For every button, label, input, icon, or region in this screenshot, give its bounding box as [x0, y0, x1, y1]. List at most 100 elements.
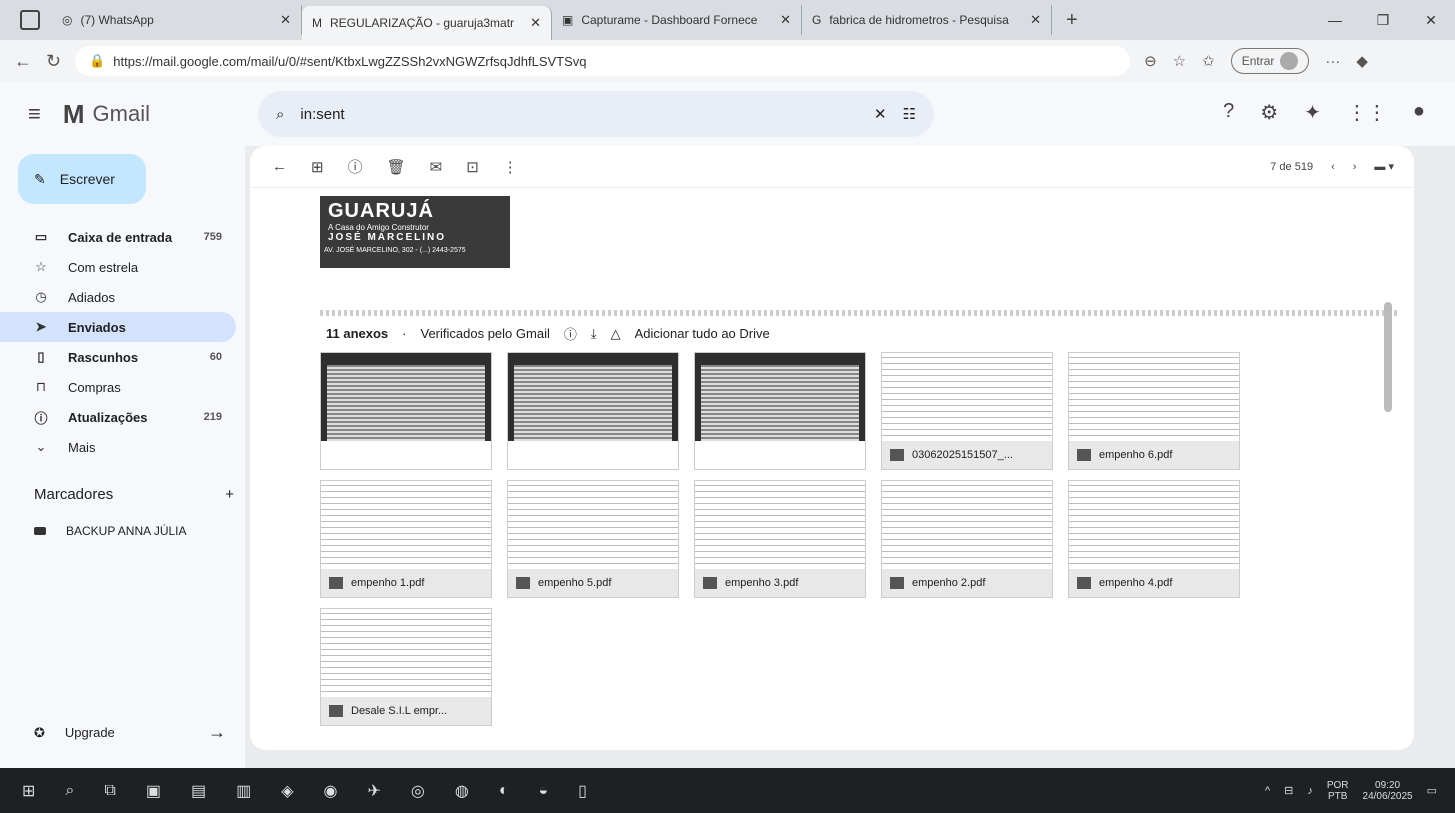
attachment-tile[interactable]: empenho 6.pdf — [1068, 352, 1240, 470]
copilot-icon[interactable]: ◆ — [1356, 52, 1368, 70]
attachment-name: empenho 2.pdf — [912, 577, 986, 589]
close-icon[interactable]: ✕ — [530, 15, 541, 31]
attachment-tile[interactable]: empenho 2.pdf — [881, 480, 1053, 598]
chrome-icon[interactable]: ◎ — [411, 781, 425, 801]
task-view-icon[interactable]: ⧉ — [104, 782, 115, 800]
gmail-logo[interactable]: M Gmail — [63, 99, 150, 130]
sidebar-item-drafts[interactable]: ▯ Rascunhos 60 — [0, 342, 236, 372]
attachment-tile[interactable]: 03062025151507_... — [881, 352, 1053, 470]
app-icon[interactable]: ✈ — [367, 781, 380, 801]
app-icon[interactable]: ▣ — [146, 781, 161, 801]
tab-capturame[interactable]: ▣ Capturame - Dashboard Fornece ✕ — [552, 5, 802, 35]
report-spam-icon[interactable]: ⓘ — [348, 156, 363, 177]
gemini-icon[interactable]: ✦ — [1304, 100, 1321, 125]
sidebar-item-sent[interactable]: ➤ Enviados — [0, 312, 236, 342]
settings-icon[interactable]: ⚙ — [1260, 100, 1278, 125]
attachment-tile[interactable]: empenho 3.pdf — [694, 480, 866, 598]
app-icon[interactable]: ◐ — [499, 782, 509, 800]
close-window-icon[interactable]: ✕ — [1407, 12, 1455, 29]
search-options-icon[interactable]: ☷ — [903, 105, 916, 123]
maximize-icon[interactable]: ❐ — [1359, 12, 1407, 29]
scrollbar[interactable] — [1384, 302, 1392, 412]
attachment-tile[interactable]: empenho 5.pdf — [507, 480, 679, 598]
back-to-list-icon[interactable]: ← — [272, 158, 287, 175]
prev-icon[interactable]: ‹ — [1331, 161, 1335, 173]
app-icon[interactable]: ▥ — [236, 781, 251, 801]
upgrade-button[interactable]: ✪ Upgrade → — [34, 722, 226, 743]
tab-actions-icon[interactable] — [20, 10, 40, 30]
archive-icon[interactable]: ⊞ — [311, 158, 324, 176]
sidebar-item-snoozed[interactable]: ◷ Adiados — [0, 282, 236, 312]
search-icon[interactable]: ⌕ — [276, 106, 284, 123]
drive-icon[interactable]: △ — [611, 326, 621, 342]
app-icon[interactable]: ▤ — [191, 781, 206, 801]
windows-start-icon[interactable]: ⊞ — [22, 781, 35, 801]
app-icon[interactable]: ◍ — [455, 781, 469, 801]
notifications-icon[interactable]: ▭ — [1427, 784, 1437, 797]
search-icon[interactable]: ⌕ — [65, 782, 74, 800]
sidebar: ✎ Escrever ▭ Caixa de entrada 759 ☆ Com estr… — [0, 146, 245, 768]
signin-button[interactable]: Entrar — [1230, 48, 1310, 74]
compose-button[interactable]: ✎ Escrever — [18, 154, 146, 204]
url-field[interactable]: 🔒 https://mail.google.com/mail/u/0/#sent/… — [75, 46, 1131, 76]
more-icon[interactable]: ··· — [1325, 53, 1340, 70]
minimize-icon[interactable]: — — [1311, 12, 1359, 28]
tab-whatsapp[interactable]: ◎ (7) WhatsApp ✕ — [52, 5, 302, 35]
search-input[interactable]: in:sent — [300, 106, 858, 123]
apps-icon[interactable]: ⋮⋮ — [1347, 100, 1387, 125]
favorites-list-icon[interactable]: ✩ — [1202, 52, 1215, 70]
attachment-tile[interactable] — [320, 352, 492, 470]
sidebar-item-more[interactable]: ⌄ Mais — [0, 432, 236, 462]
sidebar-item-inbox[interactable]: ▭ Caixa de entrada 759 — [0, 222, 236, 252]
help-icon[interactable]: ? — [1223, 100, 1234, 125]
delete-icon[interactable]: 🗑 — [387, 158, 406, 176]
attachment-tile[interactable]: empenho 4.pdf — [1068, 480, 1240, 598]
new-tab-button[interactable]: + — [1052, 9, 1092, 32]
app-icon[interactable]: ◈ — [281, 781, 293, 801]
favorite-icon[interactable]: ☆ — [1173, 52, 1186, 70]
search-bar[interactable]: ⌕ in:sent ✕ ☷ — [258, 91, 934, 137]
app-icon[interactable]: ▯ — [578, 781, 587, 801]
attachment-tile[interactable]: empenho 1.pdf — [320, 480, 492, 598]
add-label-icon[interactable]: + — [225, 486, 234, 503]
attachment-tile[interactable] — [507, 352, 679, 470]
label-backup[interactable]: BACKUP ANNA JÚLIA — [34, 524, 187, 538]
close-icon[interactable]: ✕ — [280, 12, 291, 28]
move-to-icon[interactable]: ⊡ — [466, 158, 479, 176]
label-icon — [34, 527, 46, 535]
url-text: https://mail.google.com/mail/u/0/#sent/K… — [113, 53, 587, 69]
next-icon[interactable]: › — [1353, 161, 1357, 173]
info-icon[interactable]: ⓘ — [564, 324, 577, 343]
sidebar-item-purchases[interactable]: ⊓ Compras — [0, 372, 236, 402]
reload-icon[interactable]: ↻ — [46, 51, 61, 72]
volume-icon[interactable]: ♪ — [1307, 785, 1313, 797]
tab-gmail[interactable]: M REGULARIZAÇÃO - guaruja3matr ✕ — [302, 6, 552, 40]
mark-unread-icon[interactable]: ✉ — [430, 158, 443, 176]
clock[interactable]: 09:20 24/06/2025 — [1363, 780, 1413, 802]
banner-footer: AV. JOSÉ MARCELINO, 302 - (...) 2443-257… — [324, 247, 466, 254]
input-tools-icon[interactable]: ▬ ▾ — [1374, 160, 1394, 173]
add-to-drive-link[interactable]: Adicionar tudo ao Drive — [635, 326, 770, 341]
account-icon[interactable]: ● — [1413, 100, 1425, 125]
network-icon[interactable]: ⊟ — [1284, 784, 1293, 797]
sidebar-item-updates[interactable]: ⓘ Atualizações 219 — [0, 402, 236, 432]
tray-chevron-icon[interactable]: ^ — [1265, 785, 1270, 797]
zoom-icon[interactable]: ⊖ — [1144, 52, 1157, 70]
sidebar-item-starred[interactable]: ☆ Com estrela — [0, 252, 236, 282]
back-icon[interactable]: ← — [14, 51, 32, 72]
clear-search-icon[interactable]: ✕ — [874, 105, 887, 123]
avatar — [1280, 52, 1299, 70]
language-indicator[interactable]: POR PTB — [1327, 780, 1349, 802]
close-icon[interactable]: ✕ — [780, 12, 791, 28]
tab-google-search[interactable]: Gfabrica de hidrometros - Pesquisa ✕ — [802, 5, 1052, 35]
close-icon[interactable]: ✕ — [1030, 12, 1041, 28]
pencil-icon: ✎ — [34, 170, 46, 187]
app-icon[interactable]: ◒ — [538, 782, 548, 800]
download-all-icon[interactable]: ⤓ — [591, 326, 597, 342]
attachment-tile[interactable]: Desale S.I.L empr... — [320, 608, 492, 726]
menu-icon[interactable]: ≡ — [28, 101, 41, 127]
attachment-tile[interactable] — [694, 352, 866, 470]
pdf-icon — [890, 577, 904, 589]
more-options-icon[interactable]: ⋮ — [503, 158, 518, 176]
edge-icon[interactable]: ◉ — [324, 781, 338, 801]
